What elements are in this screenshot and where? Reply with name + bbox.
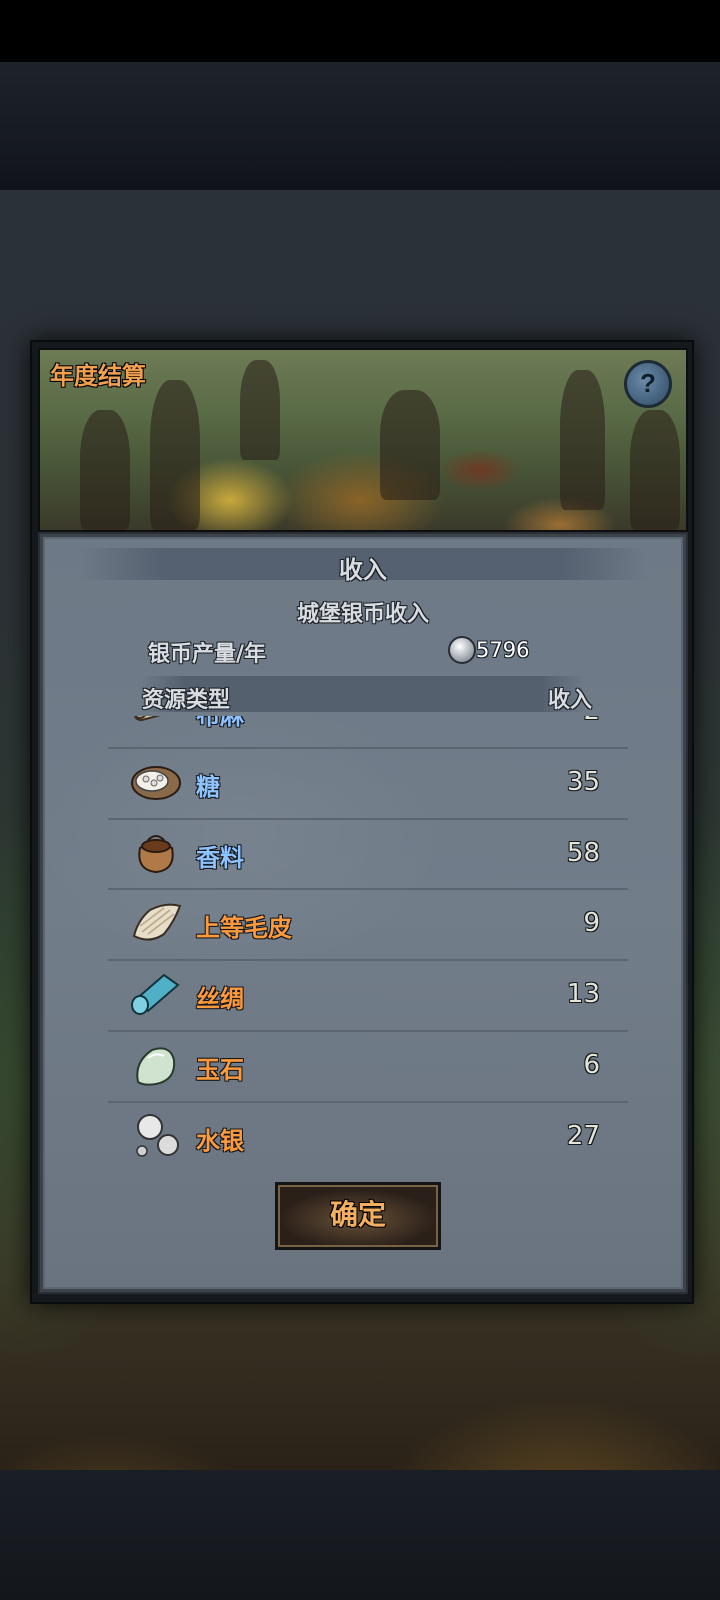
banner-figure bbox=[560, 370, 605, 510]
resource-value: 27 bbox=[566, 1120, 600, 1151]
banner-figure bbox=[80, 410, 130, 530]
section-title: 城堡银币收入 bbox=[296, 602, 429, 627]
spice-icon bbox=[138, 834, 174, 873]
resource-row: 布麻 2 bbox=[108, 716, 628, 749]
help-button[interactable]: ? bbox=[624, 360, 672, 408]
silver-output-value: 5796 bbox=[476, 638, 530, 662]
resource-row: 糖 35 bbox=[108, 749, 628, 820]
resource-row: 上等毛皮 9 bbox=[108, 890, 628, 962]
jade-icon bbox=[136, 1047, 176, 1086]
resource-list[interactable]: 布麻 2 糖 35 bbox=[108, 716, 628, 1160]
status-bar-area bbox=[0, 0, 720, 62]
resource-name: 上等毛皮 bbox=[196, 914, 292, 943]
resource-name: 糖 bbox=[196, 772, 220, 801]
resource-row: 香料 58 bbox=[108, 820, 628, 891]
resource-value: 2 bbox=[583, 716, 600, 726]
backdrop-bottom bbox=[0, 1470, 720, 1600]
banner-figure bbox=[630, 410, 680, 530]
resource-value: 35 bbox=[566, 766, 600, 797]
resource-name: 香料 bbox=[196, 843, 244, 872]
fur-icon bbox=[132, 904, 182, 941]
resource-value: 9 bbox=[583, 908, 600, 939]
mercury-icon bbox=[136, 1113, 179, 1157]
harvest-banner-image: 年度结算 ? bbox=[38, 348, 688, 532]
resource-value: 58 bbox=[566, 837, 600, 868]
dialog-title: 年度结算 bbox=[50, 363, 146, 390]
silver-coin-icon bbox=[448, 636, 476, 664]
column-header-type: 资源类型 bbox=[142, 688, 231, 713]
resource-value: 13 bbox=[566, 979, 600, 1010]
sugar-icon bbox=[131, 765, 181, 800]
annual-settlement-dialog: 年度结算 ? 收入 城堡银币收入 银币产量/年 5796 资源类型 收入 布麻 bbox=[30, 340, 694, 1304]
banner-figure bbox=[380, 390, 440, 500]
income-panel: 收入 城堡银币收入 银币产量/年 5796 资源类型 收入 布麻 2 bbox=[38, 532, 688, 1294]
resource-name: 布麻 bbox=[196, 716, 244, 730]
resource-name: 玉石 bbox=[196, 1055, 244, 1084]
resource-name: 丝绸 bbox=[196, 985, 244, 1014]
resource-row: 玉石 6 bbox=[108, 1032, 628, 1103]
panel-title: 收入 bbox=[339, 556, 387, 584]
resource-row: 丝绸 13 bbox=[108, 961, 628, 1032]
column-header-income: 收入 bbox=[547, 688, 592, 713]
resource-name: 水银 bbox=[196, 1126, 244, 1155]
banner-figure bbox=[240, 360, 280, 460]
silver-output-label: 银币产量/年 bbox=[148, 642, 267, 667]
banner-figure bbox=[150, 380, 200, 530]
resource-row: 水银 27 bbox=[108, 1103, 628, 1160]
silk-icon bbox=[131, 973, 180, 1016]
game-screen: 年度结算 ? 收入 城堡银币收入 银币产量/年 5796 资源类型 收入 布麻 bbox=[0, 0, 720, 1600]
backdrop-top bbox=[0, 62, 720, 190]
resource-value: 6 bbox=[583, 1049, 600, 1080]
confirm-button[interactable]: 确定 bbox=[275, 1182, 441, 1250]
linen-icon bbox=[133, 716, 177, 722]
